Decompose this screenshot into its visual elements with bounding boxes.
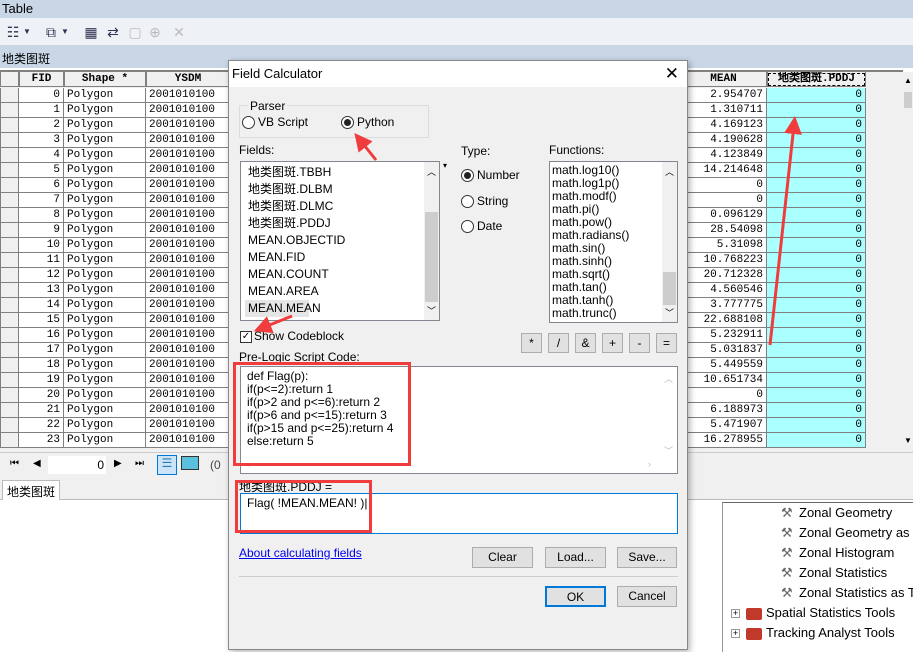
annotation-arrows (253, 116, 802, 346)
annotation-arrow (253, 314, 293, 334)
annotation-arrow (354, 132, 378, 161)
annotation-arrow (768, 116, 802, 346)
